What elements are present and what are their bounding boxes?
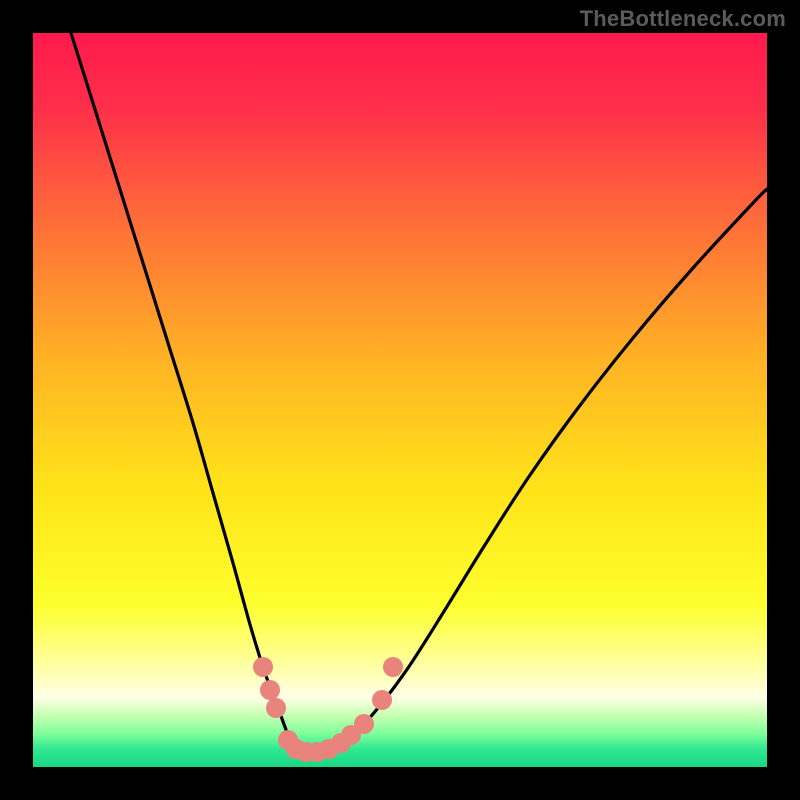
chart-frame: TheBottleneck.com xyxy=(0,0,800,800)
highlight-dot xyxy=(354,714,374,734)
bottleneck-curve xyxy=(33,33,767,767)
highlight-dot xyxy=(372,690,392,710)
highlight-dot xyxy=(260,680,280,700)
highlight-dot xyxy=(253,657,273,677)
highlight-dot xyxy=(383,657,403,677)
highlight-dot xyxy=(266,698,286,718)
plot-area xyxy=(33,33,767,767)
watermark-text: TheBottleneck.com xyxy=(580,6,786,32)
